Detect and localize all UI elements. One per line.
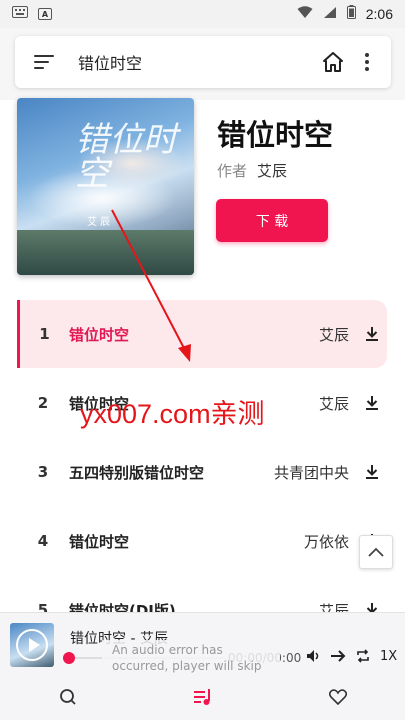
song-index: 4 [37, 532, 49, 550]
song-row[interactable]: 3 五四特别版错位时空 共青团中央 [17, 438, 387, 506]
download-icon[interactable] [363, 463, 381, 481]
song-index: 3 [37, 463, 49, 481]
home-icon[interactable] [321, 50, 345, 74]
search-icon [59, 689, 76, 705]
speed-label[interactable]: 1X [380, 649, 397, 664]
song-artist[interactable]: 艾辰 [319, 393, 349, 414]
song-row[interactable]: 4 错位时空 万依依 [17, 507, 387, 575]
scroll-top-button[interactable] [359, 535, 393, 569]
progress-handle[interactable] [63, 652, 75, 664]
song-row[interactable]: 1 错位时空 艾辰 [17, 300, 387, 368]
player-controls: 1X [305, 648, 397, 664]
cover-title: 错位时空 [75, 120, 177, 194]
bottom-nav [0, 674, 405, 720]
nav-playlist[interactable] [173, 677, 233, 717]
keyboard-icon [12, 6, 28, 22]
song-artist[interactable]: 艾辰 [319, 324, 349, 345]
song-index: 1 [39, 325, 50, 343]
volume-icon[interactable] [305, 648, 321, 664]
cover-artist: 艾 辰 [87, 217, 111, 228]
song-artist[interactable]: 共青团中央 [274, 462, 349, 483]
nav-search[interactable] [38, 677, 98, 717]
download-icon[interactable] [363, 325, 381, 343]
author-row: 作者 艾辰 [217, 160, 287, 181]
song-name: 错位时空 [69, 325, 130, 344]
album-cover: 错位时空 艾 辰 [17, 98, 194, 275]
a-icon: A [38, 8, 52, 20]
play-icon[interactable] [16, 629, 48, 661]
download-button[interactable]: 下 载 [216, 199, 328, 242]
app-bar-container: 错位时空 [0, 28, 405, 100]
more-vert-icon[interactable] [355, 50, 379, 74]
clock: 2:06 [365, 6, 393, 22]
next-arrow-icon[interactable] [330, 648, 346, 664]
page-title: 错位时空 [78, 54, 143, 73]
song-index: 2 [37, 394, 49, 412]
author-label: 作者 [217, 162, 248, 180]
album-title: 错位时空 [217, 118, 334, 152]
app-bar: 错位时空 [15, 36, 391, 88]
status-bar: A 2:06 [0, 0, 405, 28]
chevron-up-icon [368, 547, 384, 557]
battery-icon [346, 5, 356, 23]
song-name: 错位时空 [69, 532, 130, 551]
player-cover[interactable] [10, 623, 54, 667]
download-icon[interactable] [363, 394, 381, 412]
author-name[interactable]: 艾辰 [257, 162, 287, 180]
wifi-icon [297, 5, 313, 23]
heart-icon [328, 689, 347, 705]
menu-icon[interactable] [34, 52, 58, 72]
song-name: 五四特别版错位时空 [69, 463, 205, 482]
repeat-icon[interactable] [355, 648, 371, 664]
signal-icon [323, 6, 337, 23]
nav-favorites[interactable] [308, 677, 368, 717]
player-bar: 错位时空 - 艾辰 00:00/00:00 An audio error has… [0, 612, 405, 692]
song-artist[interactable]: 万依依 [304, 531, 349, 552]
watermark-text: yx007.com亲测 [80, 399, 265, 429]
playlist-icon [193, 689, 210, 705]
